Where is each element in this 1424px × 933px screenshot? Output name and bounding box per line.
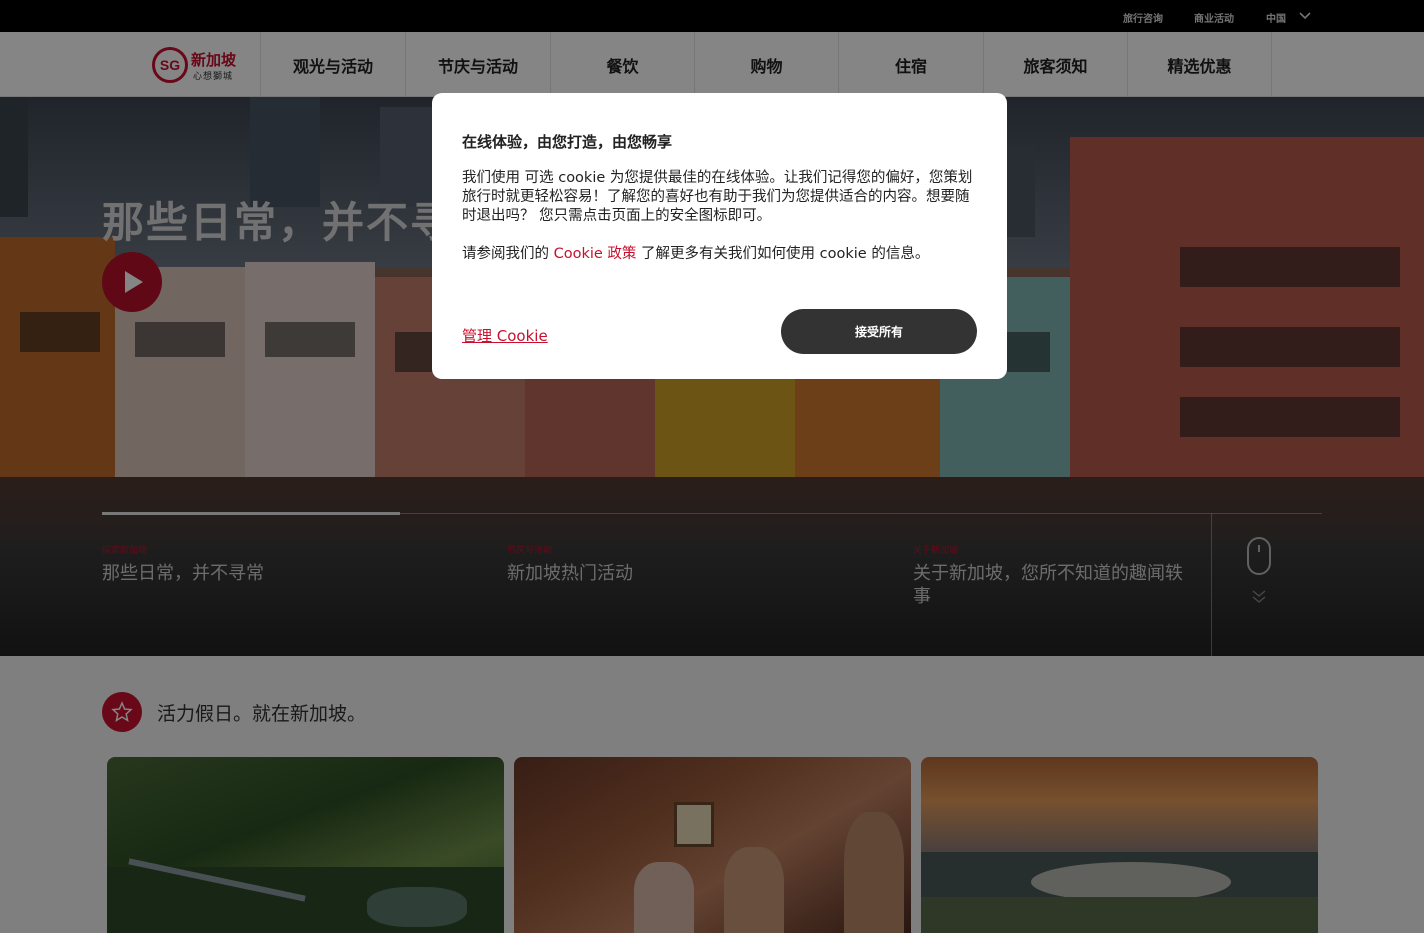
cookie-policy-text: 请参阅我们的 Cookie 政策 了解更多有关我们如何使用 cookie 的信息… xyxy=(462,245,982,264)
policy-prefix: 请参阅我们的 xyxy=(462,246,554,262)
accept-all-button[interactable]: 接受所有 xyxy=(781,309,977,354)
cookie-consent-dialog: 在线体验，由您打造，由您畅享 我们使用 可选 cookie 为您提供最佳的在线体… xyxy=(432,93,1007,379)
cookie-dialog-body: 我们使用 可选 cookie 为您提供最佳的在线体验。让我们记得您的偏好，您策划… xyxy=(462,170,973,224)
cookie-dialog-title: 在线体验，由您打造，由您畅享 xyxy=(462,133,673,151)
policy-suffix: 了解更多有关我们如何使用 cookie 的信息。 xyxy=(636,246,930,262)
cookie-policy-link[interactable]: Cookie 政策 xyxy=(554,246,637,262)
manage-cookies-link[interactable]: 管理 Cookie xyxy=(462,325,548,346)
